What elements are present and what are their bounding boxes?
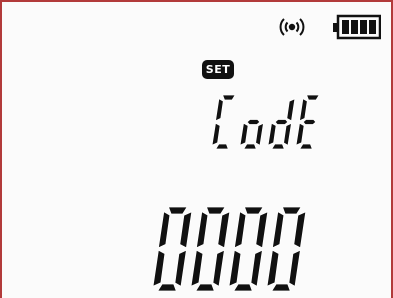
segment-g-char-1: [246, 119, 261, 125]
segment-e-char-2: [228, 249, 242, 287]
segment-e-char-3: [295, 122, 305, 146]
lcd-screen: SET CodE 0000: [0, 0, 393, 298]
segment-c-char-1: [212, 249, 225, 287]
status-bar: [277, 10, 381, 44]
segment-c-char-3: [288, 249, 301, 287]
segment-f-char-2: [233, 211, 247, 249]
segment-a-char-1: [205, 206, 226, 215]
mode-label-display: CodE: [210, 91, 330, 160]
set-mode-badge: SET: [202, 60, 234, 79]
segment-g-char-3: [302, 119, 317, 125]
segment-f-char-3: [271, 211, 285, 249]
segment-c-char-2: [283, 122, 293, 146]
segment-b-char-2: [286, 98, 296, 122]
segment-d-char-3: [270, 283, 291, 292]
segment-d-char-1: [194, 283, 215, 292]
segment-f-char-0: [157, 211, 171, 249]
segment-e-char-2: [267, 122, 277, 146]
segment-f-char-3: [298, 98, 308, 122]
segment-c-char-2: [250, 249, 263, 287]
segment-d-char-1: [242, 143, 257, 150]
segment-g-char-2: [274, 119, 289, 125]
segment-e-char-0: [152, 249, 166, 287]
segment-e-char-0: [211, 122, 221, 146]
segment-c-char-1: [255, 122, 265, 146]
code-value-segments: [152, 206, 307, 292]
segment-a-char-2: [243, 206, 264, 215]
segment-b-char-2: [255, 211, 269, 249]
wireless-signal-icon: [277, 14, 307, 40]
mode-label-segments: [211, 94, 320, 150]
segment-e-char-1: [190, 249, 204, 287]
segment-d-char-0: [156, 283, 177, 292]
segment-d-char-0: [214, 143, 229, 150]
segment-a-char-3: [281, 206, 302, 215]
segment-f-char-0: [214, 98, 224, 122]
segment-d-char-2: [270, 143, 285, 150]
code-value-display: 0000: [151, 201, 311, 298]
segment-a-char-0: [167, 206, 188, 215]
segment-c-char-0: [174, 249, 187, 287]
segment-b-char-1: [217, 211, 231, 249]
segment-e-char-1: [239, 122, 249, 146]
segment-d-char-3: [298, 143, 313, 150]
segment-b-char-0: [179, 211, 193, 249]
segment-a-char-0: [222, 94, 236, 101]
segment-e-char-3: [266, 249, 280, 287]
segment-d-char-2: [232, 283, 253, 292]
segment-f-char-1: [195, 211, 209, 249]
segment-b-char-3: [293, 211, 307, 249]
segment-a-char-3: [306, 94, 320, 101]
battery-full-icon: [333, 14, 381, 40]
